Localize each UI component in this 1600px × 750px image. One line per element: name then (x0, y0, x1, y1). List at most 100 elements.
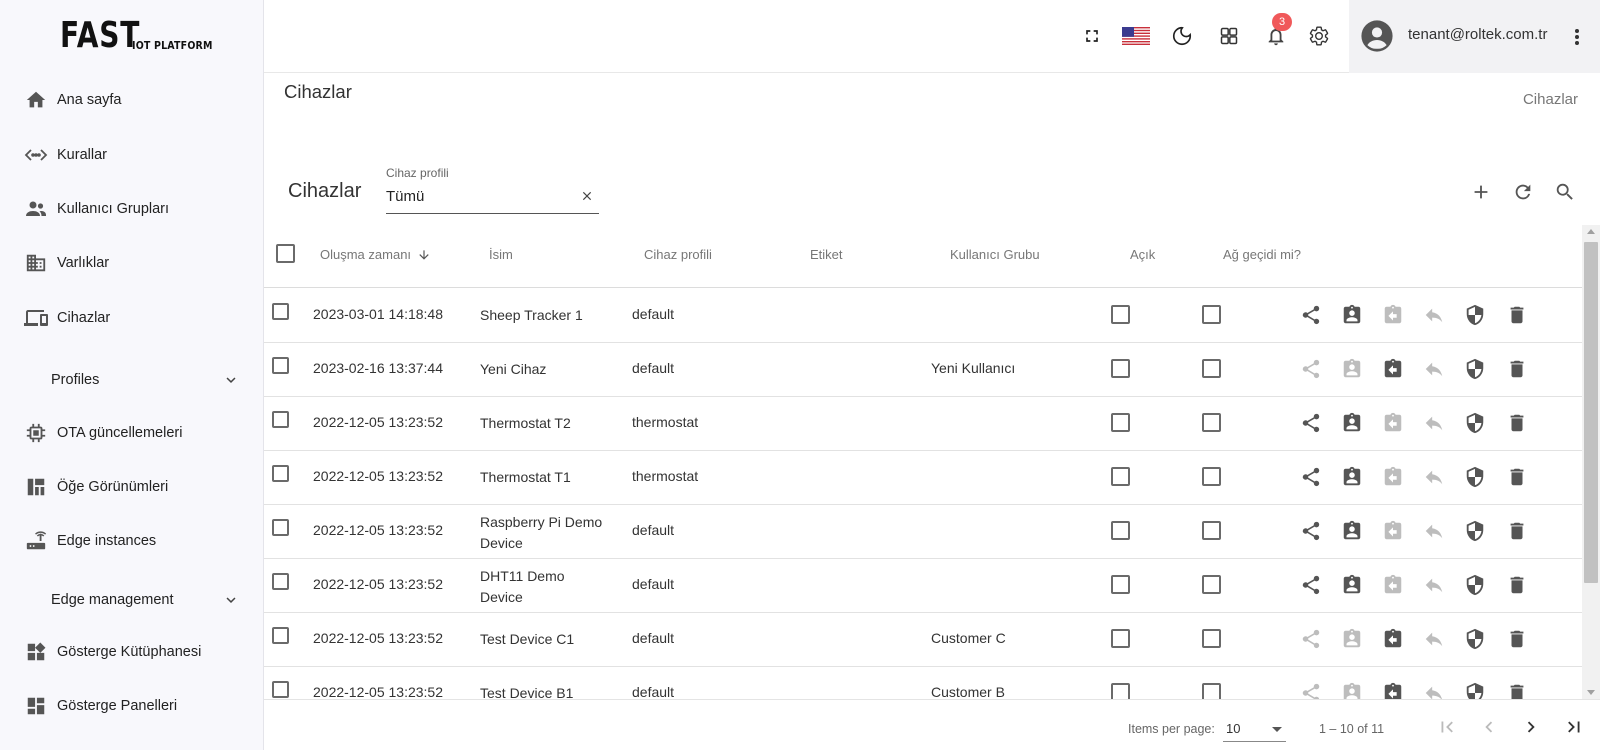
public-checkbox[interactable] (1111, 629, 1130, 648)
delete-icon[interactable] (1504, 464, 1530, 490)
delete-icon[interactable] (1504, 572, 1530, 598)
gateway-checkbox[interactable] (1202, 359, 1221, 378)
sidebar-item-widget-library[interactable]: Gösterge Kütüphanesi (0, 632, 264, 672)
gateway-checkbox[interactable] (1202, 521, 1221, 540)
unassign-from-customer-icon[interactable] (1380, 410, 1406, 436)
share-icon[interactable] (1298, 410, 1324, 436)
sidebar-item-rules[interactable]: Kurallar (0, 135, 264, 175)
reply-icon[interactable] (1421, 356, 1447, 382)
table-row[interactable]: 2023-03-01 14:18:48 Sheep Tracker 1 defa… (264, 288, 1582, 343)
reply-icon[interactable] (1421, 518, 1447, 544)
manage-credentials-icon[interactable] (1462, 518, 1488, 544)
unassign-from-customer-icon[interactable] (1380, 302, 1406, 328)
delete-icon[interactable] (1504, 680, 1530, 699)
share-icon[interactable] (1298, 626, 1324, 652)
manage-credentials-icon[interactable] (1462, 410, 1488, 436)
next-page-icon[interactable] (1518, 714, 1544, 740)
assign-to-customer-icon[interactable] (1339, 572, 1365, 598)
sidebar-item-assets[interactable]: Varlıklar (0, 243, 264, 283)
assign-to-customer-icon[interactable] (1339, 410, 1365, 436)
scroll-down-arrow-icon[interactable] (1587, 690, 1595, 695)
column-header-created[interactable]: Oluşma zamanı (320, 247, 431, 262)
row-select-checkbox[interactable] (272, 573, 289, 590)
public-checkbox[interactable] (1111, 359, 1130, 378)
more-vert-icon[interactable] (1567, 25, 1587, 49)
fullscreen-icon[interactable] (1080, 24, 1104, 48)
app-logo[interactable]: FAST IOT PLATFORM (60, 18, 226, 54)
column-header-gateway[interactable]: Ağ geçidi mi? (1223, 247, 1301, 262)
column-header-public[interactable]: Açık (1130, 247, 1155, 262)
delete-icon[interactable] (1504, 356, 1530, 382)
sidebar-item-ota-updates[interactable]: OTA güncellemeleri (0, 413, 264, 453)
table-row[interactable]: 2022-12-05 13:23:52 Test Device B1 defau… (264, 666, 1582, 699)
column-header-profile[interactable]: Cihaz profili (644, 247, 712, 262)
gateway-checkbox[interactable] (1202, 575, 1221, 594)
unassign-from-customer-icon[interactable] (1380, 464, 1406, 490)
manage-credentials-icon[interactable] (1462, 626, 1488, 652)
gateway-checkbox[interactable] (1202, 467, 1221, 486)
assign-to-customer-icon[interactable] (1339, 680, 1365, 699)
column-header-customer[interactable]: Kullanıcı Grubu (950, 247, 1040, 262)
manage-credentials-icon[interactable] (1462, 302, 1488, 328)
table-row[interactable]: 2022-12-05 13:23:52 Thermostat T2 thermo… (264, 396, 1582, 451)
assign-to-customer-icon[interactable] (1339, 302, 1365, 328)
reply-icon[interactable] (1421, 302, 1447, 328)
reply-icon[interactable] (1421, 626, 1447, 652)
unassign-from-customer-icon[interactable] (1380, 626, 1406, 652)
sidebar-item-widget-views[interactable]: Öğe Görünümleri (0, 467, 264, 507)
gateway-checkbox[interactable] (1202, 413, 1221, 432)
delete-icon[interactable] (1504, 518, 1530, 544)
share-icon[interactable] (1298, 356, 1324, 382)
column-header-name[interactable]: İsim (489, 247, 513, 262)
breadcrumb[interactable]: Cihazlar (1523, 91, 1578, 108)
scrollbar-thumb[interactable] (1584, 242, 1598, 583)
assign-to-customer-icon[interactable] (1339, 356, 1365, 382)
assign-to-customer-icon[interactable] (1339, 626, 1365, 652)
share-icon[interactable] (1298, 464, 1324, 490)
share-icon[interactable] (1298, 680, 1324, 699)
unassign-from-customer-icon[interactable] (1380, 518, 1406, 544)
row-select-checkbox[interactable] (272, 357, 289, 374)
reply-icon[interactable] (1421, 410, 1447, 436)
table-row[interactable]: 2022-12-05 13:23:52 DHT11 Demo Device de… (264, 558, 1582, 613)
row-select-checkbox[interactable] (272, 627, 289, 644)
settings-gear-icon[interactable] (1307, 24, 1331, 48)
public-checkbox[interactable] (1111, 683, 1130, 699)
sidebar-group-profiles[interactable]: Profiles (0, 360, 264, 400)
table-row[interactable]: 2023-02-16 13:37:44 Yeni Cihaz default Y… (264, 342, 1582, 397)
public-checkbox[interactable] (1111, 305, 1130, 324)
reply-icon[interactable] (1421, 464, 1447, 490)
us-flag-icon[interactable] (1122, 24, 1150, 48)
sidebar-item-devices[interactable]: Cihazlar (0, 298, 264, 338)
sidebar-group-edge-management[interactable]: Edge management (0, 580, 264, 620)
reply-icon[interactable] (1421, 680, 1447, 699)
assign-to-customer-icon[interactable] (1339, 464, 1365, 490)
share-icon[interactable] (1298, 518, 1324, 544)
unassign-from-customer-icon[interactable] (1380, 572, 1406, 598)
delete-icon[interactable] (1504, 626, 1530, 652)
row-select-checkbox[interactable] (272, 465, 289, 482)
scroll-up-arrow-icon[interactable] (1587, 229, 1595, 234)
unassign-from-customer-icon[interactable] (1380, 680, 1406, 699)
add-icon[interactable] (1468, 179, 1494, 205)
public-checkbox[interactable] (1111, 575, 1130, 594)
delete-icon[interactable] (1504, 302, 1530, 328)
first-page-icon[interactable] (1434, 714, 1460, 740)
sidebar-item-user-groups[interactable]: Kullanıcı Grupları (0, 189, 264, 229)
last-page-icon[interactable] (1561, 714, 1587, 740)
manage-credentials-icon[interactable] (1462, 356, 1488, 382)
sidebar-item-home[interactable]: Ana sayfa (0, 80, 264, 120)
table-row[interactable]: 2022-12-05 13:23:52 Test Device C1 defau… (264, 612, 1582, 667)
manage-credentials-icon[interactable] (1462, 680, 1488, 699)
manage-credentials-icon[interactable] (1462, 464, 1488, 490)
device-profile-filter[interactable]: Cihaz profili Tümü (386, 166, 599, 214)
gateway-checkbox[interactable] (1202, 305, 1221, 324)
apps-grid-icon[interactable] (1217, 24, 1241, 48)
filter-value[interactable]: Tümü (386, 188, 424, 205)
public-checkbox[interactable] (1111, 467, 1130, 486)
unassign-from-customer-icon[interactable] (1380, 356, 1406, 382)
row-select-checkbox[interactable] (272, 681, 289, 698)
column-header-label[interactable]: Etiket (810, 247, 843, 262)
vertical-scrollbar[interactable] (1582, 225, 1600, 699)
delete-icon[interactable] (1504, 410, 1530, 436)
